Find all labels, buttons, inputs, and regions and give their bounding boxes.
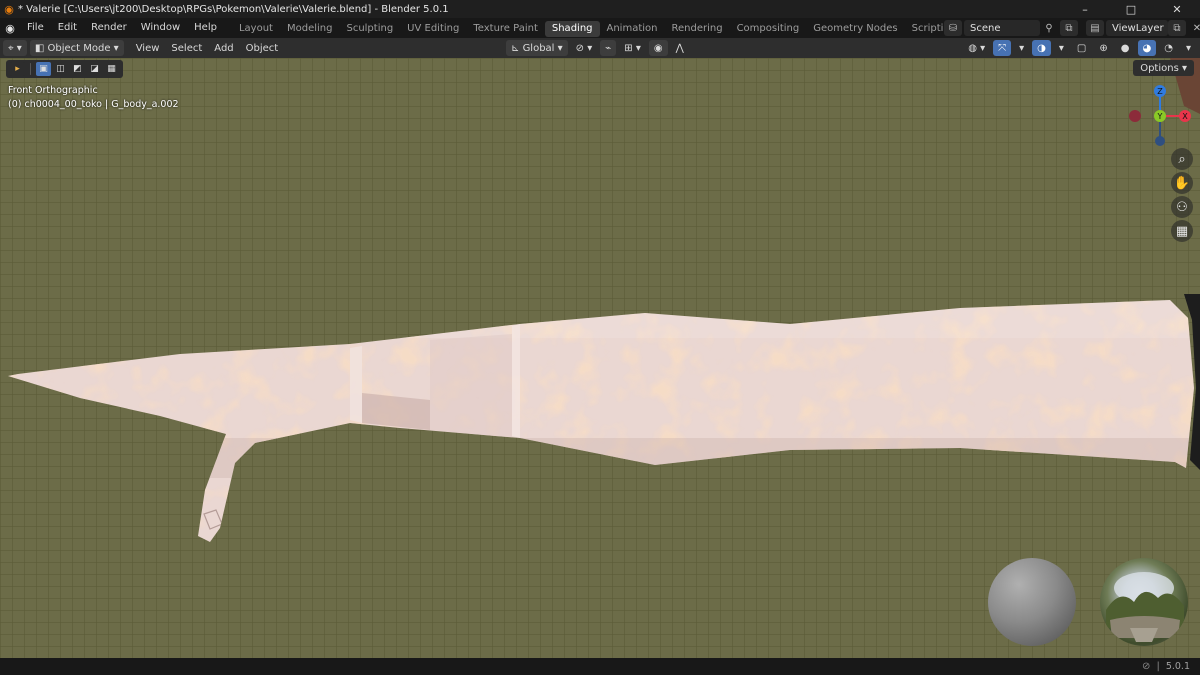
menu-window[interactable]: Window xyxy=(134,18,187,38)
ortho-grid-icon[interactable]: ▦ xyxy=(1171,220,1193,242)
options-dropdown[interactable]: Options ▾ xyxy=(1133,60,1194,76)
tab-rendering[interactable]: Rendering xyxy=(664,21,729,37)
hdri-preview-sphere xyxy=(1100,558,1188,646)
tab-uv-editing[interactable]: UV Editing xyxy=(400,21,466,37)
material-preview-shading-icon[interactable]: ◕ xyxy=(1137,40,1157,56)
viewport-header: ⌖ ▾ ◧ Object Mode ▾ View Select Add Obje… xyxy=(0,38,1200,58)
pan-hand-icon[interactable]: ✋ xyxy=(1171,172,1193,194)
axis-neg-x-icon[interactable] xyxy=(1129,110,1141,122)
menu-add[interactable]: Add xyxy=(208,43,239,54)
maximize-button[interactable]: □ xyxy=(1108,0,1154,18)
network-off-icon[interactable]: ⊘ xyxy=(1142,661,1150,672)
select-tool-icon[interactable]: ▸ xyxy=(10,62,25,76)
blender-app-icon: ◉ xyxy=(4,2,14,16)
editor-type-button[interactable]: ⌖ ▾ xyxy=(3,40,27,56)
status-separator: | xyxy=(1156,661,1160,672)
menu-edit[interactable]: Edit xyxy=(51,18,84,38)
select-subtract-icon[interactable]: ◩ xyxy=(70,62,85,76)
tab-compositing[interactable]: Compositing xyxy=(730,21,807,37)
select-extend-icon[interactable]: ◫ xyxy=(53,62,68,76)
top-bar: ◉ File Edit Render Window Help Layout Mo… xyxy=(0,18,1200,38)
visibility-icon[interactable]: ◍ ▾ xyxy=(963,40,990,56)
tab-modeling[interactable]: Modeling xyxy=(280,21,340,37)
transform-orientation-selector[interactable]: ⊾ Global ▾ xyxy=(506,40,568,56)
scene-icon[interactable]: ⛁ xyxy=(944,20,962,36)
wireframe-shading-icon[interactable]: ⊕ xyxy=(1094,40,1112,56)
tab-sculpting[interactable]: Sculpting xyxy=(339,21,400,37)
hdri-environment-image xyxy=(1106,572,1184,642)
gizmo-toggle-icon[interactable]: ⤧ xyxy=(993,40,1012,56)
title-bar: ◉ * Valerie [C:\Users\jt200\Desktop\RPGs… xyxy=(0,0,1200,18)
tab-layout[interactable]: Layout xyxy=(232,21,280,37)
new-scene-icon[interactable]: ⧉ xyxy=(1060,20,1078,36)
matcap-preview-sphere xyxy=(988,558,1076,646)
menu-view[interactable]: View xyxy=(130,43,166,54)
transform-tools: ⊾ Global ▾ ⊘ ▾ ⌁ ⊞ ▾ ◉ ⋀ xyxy=(503,40,689,56)
minimize-button[interactable]: – xyxy=(1062,0,1108,18)
scene-selector: ⛁ Scene ⚲ ⧉ ▤ ViewLayer ⧉ ✕ xyxy=(944,20,1200,36)
overlay-toggle-icon[interactable]: ◑ xyxy=(1032,40,1051,56)
overlay-menu-icon[interactable]: ▾ xyxy=(1054,40,1069,56)
tab-animation[interactable]: Animation xyxy=(600,21,665,37)
menu-file[interactable]: File xyxy=(20,18,51,38)
falloff-icon[interactable]: ⋀ xyxy=(671,40,689,56)
blender-logo-icon[interactable]: ◉ xyxy=(0,18,20,38)
view-layer-field[interactable]: ViewLayer xyxy=(1106,20,1168,36)
arm-texture xyxy=(8,300,1194,542)
window-title: * Valerie [C:\Users\jt200\Desktop\RPGs\P… xyxy=(18,3,449,15)
workspace-tabs: Layout Modeling Sculpting UV Editing Tex… xyxy=(232,19,963,37)
select-intersect-icon[interactable]: ▦ xyxy=(104,62,119,76)
navigation-gizmo[interactable]: Z X Y xyxy=(1122,82,1198,146)
select-invert-icon[interactable]: ◪ xyxy=(87,62,102,76)
tool-separator xyxy=(30,63,31,75)
svg-text:X: X xyxy=(1182,112,1188,121)
status-bar: ⊘ | 5.0.1 xyxy=(0,658,1200,675)
tab-shading[interactable]: Shading xyxy=(544,21,600,37)
viewport-shading-controls: ◍ ▾ ⤧ ▾ ◑ ▾ ▢ ⊕ ● ◕ ◔ ▾ xyxy=(960,40,1196,56)
menu-object[interactable]: Object xyxy=(240,43,285,54)
tab-geometry-nodes[interactable]: Geometry Nodes xyxy=(806,21,904,37)
object-info-label: (0) ch0004_00_toko | G_body_a.002 xyxy=(8,99,179,110)
pin-icon[interactable]: ⚲ xyxy=(1040,20,1058,36)
remove-view-layer-icon[interactable]: ✕ xyxy=(1188,20,1200,36)
mode-selector[interactable]: ◧ Object Mode ▾ xyxy=(29,40,124,56)
solid-shading-icon[interactable]: ● xyxy=(1116,40,1135,56)
zoom-icon[interactable]: ⌕ xyxy=(1171,148,1193,170)
snap-icon[interactable]: ⌁ xyxy=(600,40,617,56)
snap-target-icon[interactable]: ⊞ ▾ xyxy=(619,40,646,56)
pivot-point-icon[interactable]: ⊘ ▾ xyxy=(571,40,598,56)
scene-name-field[interactable]: Scene xyxy=(964,20,1040,36)
close-button[interactable]: ✕ xyxy=(1154,0,1200,18)
xray-icon[interactable]: ▢ xyxy=(1072,40,1091,56)
3d-viewport[interactable]: ▸ ▣ ◫ ◩ ◪ ▦ Front Orthographic (0) ch000… xyxy=(0,58,1200,658)
gizmo-menu-icon[interactable]: ▾ xyxy=(1014,40,1029,56)
select-new-icon[interactable]: ▣ xyxy=(36,62,51,76)
version-label: 5.0.1 xyxy=(1165,661,1190,672)
new-view-layer-icon[interactable]: ⧉ xyxy=(1168,20,1186,36)
proportional-edit-icon[interactable]: ◉ xyxy=(648,40,668,56)
rendered-shading-icon[interactable]: ◔ xyxy=(1159,40,1178,56)
main-menu: File Edit Render Window Help xyxy=(20,18,224,38)
viewport-menus: View Select Add Object xyxy=(130,43,285,54)
axis-neg-z-icon[interactable] xyxy=(1155,136,1165,146)
tab-texture-paint[interactable]: Texture Paint xyxy=(466,21,545,37)
view-name-label: Front Orthographic xyxy=(8,85,98,96)
tool-strip: ▸ ▣ ◫ ◩ ◪ ▦ xyxy=(6,60,123,78)
menu-select[interactable]: Select xyxy=(165,43,208,54)
menu-render[interactable]: Render xyxy=(84,18,134,38)
menu-help[interactable]: Help xyxy=(187,18,224,38)
window-controls: – □ ✕ xyxy=(1062,0,1200,18)
shading-menu-icon[interactable]: ▾ xyxy=(1181,40,1196,56)
view-layer-icon[interactable]: ▤ xyxy=(1086,20,1104,36)
svg-text:Z: Z xyxy=(1157,87,1163,96)
svg-text:Y: Y xyxy=(1157,112,1163,121)
camera-view-icon[interactable]: ⚇ xyxy=(1171,196,1193,218)
